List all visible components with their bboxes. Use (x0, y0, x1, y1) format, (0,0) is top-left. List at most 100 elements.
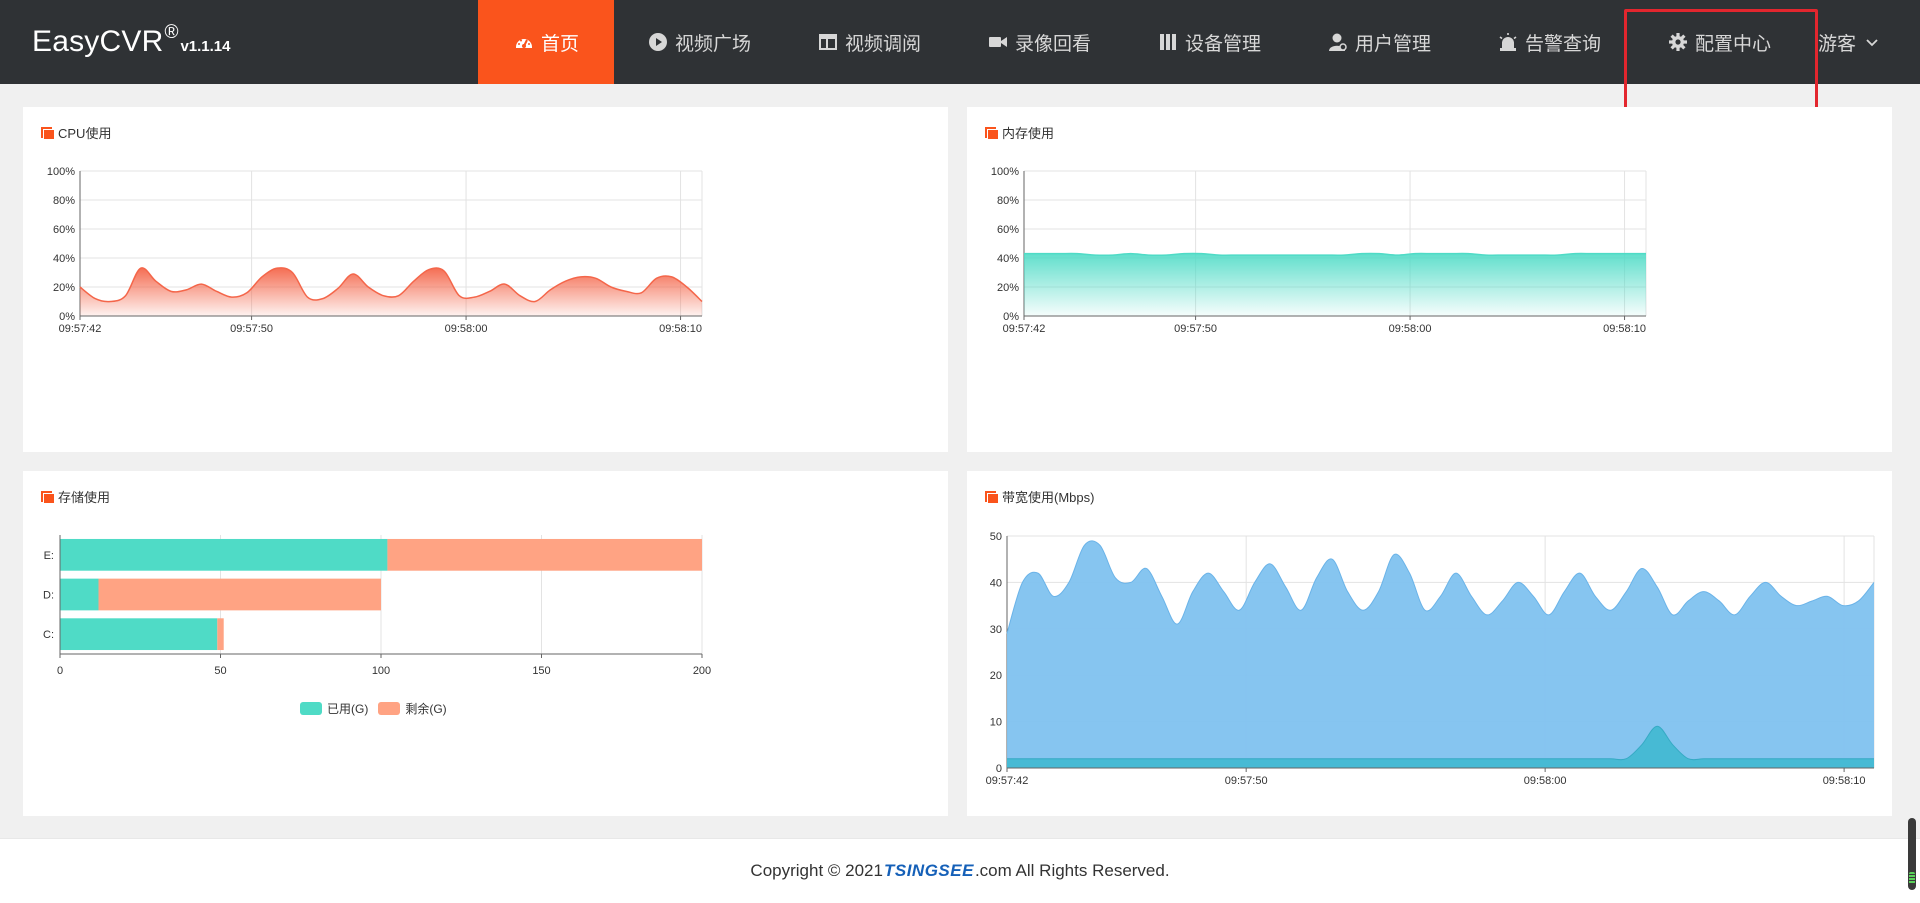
cpu-panel: CPU使用 0% 20% 40% 60% 80% 100% 09:57:42 09:57:50… (23, 107, 948, 452)
legend-swatch-free (378, 702, 401, 715)
y-category-label: E: (44, 550, 54, 562)
storage-usage-chart: 0 50 100 150 200 E: D: C: (43, 535, 711, 677)
brand-version: v1.1.14 (180, 38, 231, 55)
memory-usage-chart: 0% 20% 40% 60% 80% 100% 09:57:42 09:57:50 09:58:… (991, 166, 1647, 335)
footer-brand-link[interactable]: TSINGSEE (884, 861, 974, 881)
memory-panel: 内存使用 0% 20% 40% 60% 80% 100% 09:57:42 09:57:50 0… (967, 107, 1892, 452)
play-circle-icon (647, 31, 669, 53)
layout-icon (817, 31, 839, 53)
page-footer: Copyright © 2021 TSINGSEE .com All Right… (0, 838, 1920, 903)
user-menu[interactable]: 游客 (1818, 0, 1878, 84)
storage-bar-segment (60, 538, 388, 571)
footer-prefix: Copyright © 2021 (750, 861, 883, 880)
x-tick-label: 09:58:00 (1524, 775, 1567, 787)
x-tick-label: 50 (214, 665, 226, 677)
main-nav: 首页 视频广场 视频调阅 录像回看 设备管理 用户管理 告警查询 配置中心 (478, 0, 1804, 84)
y-tick-label: 60% (53, 224, 75, 236)
y-category-label: C: (43, 629, 54, 641)
x-tick-label: 09:58:10 (1603, 323, 1646, 335)
y-tick-label: 20% (997, 282, 1019, 294)
y-tick-label: 20 (990, 670, 1002, 682)
storage-bar-segment (98, 578, 382, 611)
bandwidth-usage-chart: 0 10 20 30 40 50 09:57:42 09:57:50 09:58:00 09:58… (986, 531, 1875, 787)
nav-item-video-square[interactable]: 视频广场 (614, 0, 784, 84)
storage-bar-segment (60, 578, 99, 611)
nav-label: 设备管理 (1184, 33, 1261, 55)
nav-item-config-center[interactable]: 配置中心 (1634, 0, 1804, 84)
storage-bar-segment (387, 538, 702, 571)
nav-item-home[interactable]: 首页 (478, 0, 614, 84)
nav-item-device-management[interactable]: 设备管理 (1124, 0, 1294, 84)
scrollbar-thumb[interactable] (1908, 818, 1916, 890)
user-icon (1327, 31, 1349, 53)
alarm-icon (1497, 31, 1519, 53)
nav-item-playback[interactable]: 录像回看 (954, 0, 1124, 84)
x-tick-label: 09:57:50 (1174, 323, 1217, 335)
video-camera-icon (987, 31, 1009, 53)
legend-swatch-used (300, 702, 322, 715)
y-tick-label: 30 (990, 624, 1002, 636)
legend-item-used[interactable]: 已用(G) (300, 700, 368, 717)
y-tick-label: 80% (997, 195, 1019, 207)
storage-bar-segment (217, 618, 224, 651)
footer-suffix: .com All Rights Reserved. (974, 861, 1170, 880)
legend-label-free: 剩余(G) (405, 702, 447, 716)
nav-item-video-review[interactable]: 视频调阅 (784, 0, 954, 84)
nav-item-alarm-query[interactable]: 告警查询 (1464, 0, 1634, 84)
series-area (1007, 540, 1874, 768)
y-tick-label: 100% (47, 166, 75, 178)
brand-registered-mark: ® (164, 22, 179, 43)
brand-name: EasyCVR (32, 25, 164, 58)
x-tick-label: 200 (693, 665, 711, 677)
nav-label: 用户管理 (1354, 33, 1431, 55)
storage-legend: 已用(G) 剩余(G) (300, 700, 457, 717)
series-line (1024, 252, 1646, 257)
x-tick-label: 09:58:00 (1389, 323, 1432, 335)
x-tick-label: 09:58:00 (445, 323, 488, 335)
x-tick-label: 09:58:10 (1823, 775, 1866, 787)
y-tick-label: 80% (53, 195, 75, 207)
x-tick-label: 09:58:10 (659, 323, 702, 335)
legend-label-used: 已用(G) (327, 702, 369, 716)
y-category-label: D: (43, 590, 54, 602)
nav-item-user-management[interactable]: 用户管理 (1294, 0, 1464, 84)
brand-logo[interactable]: EasyCVR®v1.1.14 (32, 22, 230, 59)
cpu-usage-chart: 0% 20% 40% 60% 80% 100% 09:57:42 09:57:50 09:58:… (47, 166, 703, 335)
x-tick-label: 09:57:50 (1225, 775, 1268, 787)
gear-icon (1667, 31, 1689, 53)
series-area (1024, 253, 1646, 316)
x-tick-label: 09:57:42 (986, 775, 1029, 787)
y-tick-label: 100% (991, 166, 1019, 178)
nav-label: 告警查询 (1524, 33, 1601, 55)
y-tick-label: 0% (1003, 311, 1019, 323)
x-tick-label: 09:57:42 (59, 323, 102, 335)
legend-item-free[interactable]: 剩余(G) (378, 700, 447, 717)
y-tick-label: 50 (990, 531, 1002, 543)
y-tick-label: 20% (53, 282, 75, 294)
nav-label: 视频广场 (674, 33, 751, 55)
storage-bar-segment (60, 618, 218, 651)
nav-label: 视频调阅 (844, 33, 921, 55)
top-navigation-bar: EasyCVR®v1.1.14 首页 视频广场 视频调阅 录像回看 设备管理 用… (0, 0, 1920, 84)
y-tick-label: 0 (996, 763, 1002, 775)
y-tick-label: 0% (59, 311, 75, 323)
chevron-down-icon (1866, 39, 1878, 47)
user-menu-label: 游客 (1818, 33, 1857, 55)
y-tick-label: 10 (990, 717, 1002, 729)
x-tick-label: 100 (372, 665, 390, 677)
nav-label: 录像回看 (1014, 33, 1091, 55)
dashboard-icon (513, 31, 535, 53)
x-tick-label: 09:57:50 (230, 323, 273, 335)
nav-label: 配置中心 (1694, 33, 1771, 55)
nav-label: 首页 (540, 33, 579, 55)
x-tick-label: 0 (57, 665, 63, 677)
y-tick-label: 40% (997, 253, 1019, 265)
bandwidth-panel: 带宽使用(Mbps) 0 10 20 30 40 50 09:57:42 09:57:50 09… (967, 471, 1892, 816)
device-icon (1157, 31, 1179, 53)
x-tick-label: 150 (532, 665, 550, 677)
x-tick-label: 09:57:42 (1003, 323, 1046, 335)
storage-panel: 存储使用 0 50 100 150 200 E: D: C: 已用(G) 剩余(G) (23, 471, 948, 816)
y-tick-label: 40% (53, 253, 75, 265)
y-tick-label: 60% (997, 224, 1019, 236)
y-tick-label: 40 (990, 577, 1002, 589)
